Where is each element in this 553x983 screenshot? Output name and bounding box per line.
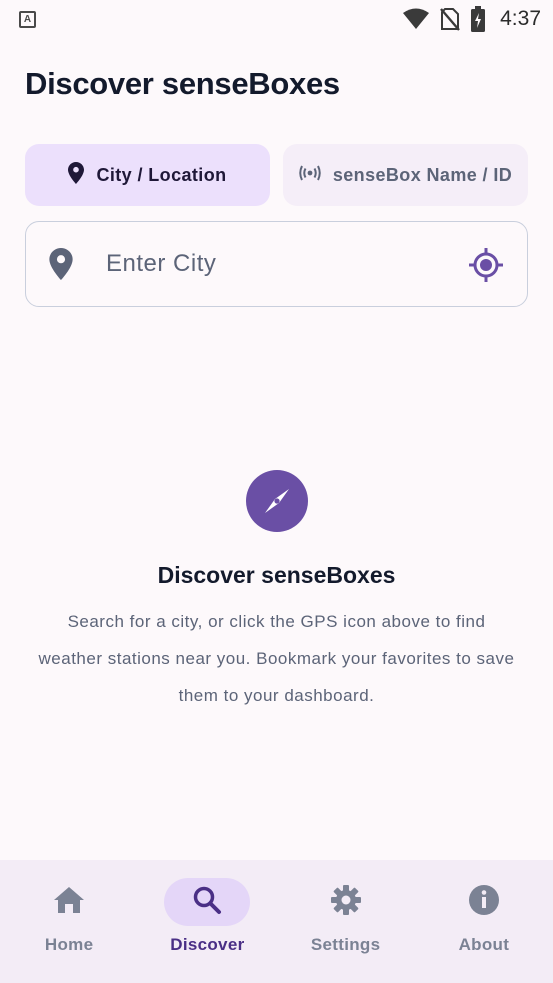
broadcast-icon	[299, 165, 321, 186]
wifi-icon	[402, 8, 430, 30]
nav-label: Settings	[310, 935, 381, 954]
tab-sensebox-name-id[interactable]: senseBox Name / ID	[283, 144, 528, 206]
nav-item-discover[interactable]: Discover	[138, 860, 276, 983]
location-pin-icon	[68, 161, 85, 189]
status-bar: A 4:37	[0, 0, 553, 38]
status-left: A	[19, 10, 36, 28]
page-title: Discover senseBoxes	[25, 66, 340, 101]
tab-city-location[interactable]: City / Location	[25, 144, 270, 206]
location-pin-icon	[48, 248, 74, 285]
status-time: 4:37	[500, 7, 541, 30]
nav-item-about[interactable]: About	[415, 860, 553, 983]
empty-state: Discover senseBoxes Search for a city, o…	[0, 470, 553, 714]
nav-pill	[26, 878, 112, 926]
gear-icon	[330, 884, 362, 921]
nav-pill	[164, 878, 251, 926]
nav-label: Home	[44, 935, 94, 954]
nav-label: About	[458, 935, 510, 954]
tab-label: City / Location	[96, 164, 227, 185]
no-sim-icon	[440, 7, 461, 31]
city-search-input[interactable]	[106, 242, 446, 286]
status-right: 4:37	[402, 6, 541, 32]
search-icon	[192, 885, 222, 920]
gps-target-icon[interactable]	[467, 246, 505, 284]
nav-label: Discover	[170, 935, 245, 954]
nav-pill	[303, 878, 389, 926]
nav-item-home[interactable]: Home	[0, 860, 138, 983]
battery-charging-icon	[470, 6, 486, 32]
bottom-nav: Home Discover Settings About	[0, 860, 553, 983]
nav-item-settings[interactable]: Settings	[277, 860, 415, 983]
nav-pill	[441, 878, 527, 926]
city-search-field[interactable]	[25, 221, 528, 307]
empty-state-description: Search for a city, or click the GPS icon…	[38, 612, 515, 705]
home-icon	[53, 886, 85, 919]
compass-icon	[245, 470, 308, 532]
info-icon	[468, 884, 500, 921]
tab-label: senseBox Name / ID	[332, 164, 513, 185]
app-notification-icon: A	[19, 10, 36, 28]
empty-state-title: Discover senseBoxes	[157, 562, 396, 588]
